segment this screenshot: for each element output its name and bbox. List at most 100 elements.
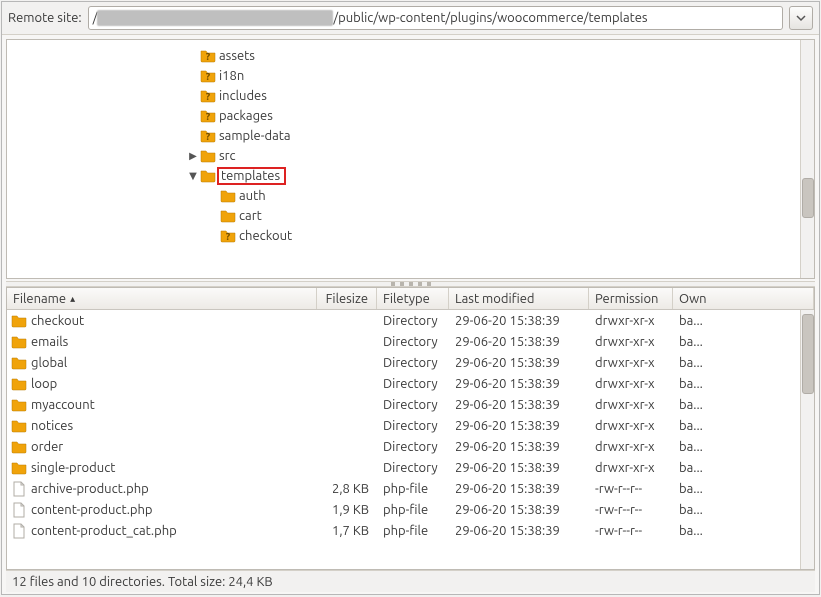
tree-item-label: sample-data bbox=[217, 129, 291, 143]
table-row[interactable]: globalDirectory29-06-20 15:38:39drwxr-xr… bbox=[7, 352, 814, 373]
file-name: content-product.php bbox=[31, 503, 153, 517]
remote-path-text: /public/wp-content/plugins/woocommerce/t… bbox=[333, 11, 647, 25]
expander-icon[interactable]: ▶ bbox=[187, 150, 199, 162]
tree-item-label: checkout bbox=[237, 229, 292, 243]
file-permissions: drwxr-xr-x bbox=[589, 335, 673, 349]
column-headers: Filename▴ Filesize Filetype Last modifie… bbox=[7, 288, 814, 310]
file-name: emails bbox=[31, 335, 68, 349]
col-owner[interactable]: Own bbox=[673, 288, 814, 309]
tree-item[interactable]: auth bbox=[7, 186, 814, 206]
table-row[interactable]: noticesDirectory29-06-20 15:38:39drwxr-x… bbox=[7, 415, 814, 436]
file-modified: 29-06-20 15:38:39 bbox=[449, 356, 589, 370]
tree-item-label: auth bbox=[237, 189, 266, 203]
path-dropdown-button[interactable] bbox=[789, 6, 813, 30]
expander-icon[interactable]: ▼ bbox=[187, 170, 199, 182]
tree-item[interactable]: cart bbox=[7, 206, 814, 226]
file-name: archive-product.php bbox=[31, 482, 149, 496]
remote-site-row: Remote site: / /public/wp-content/plugin… bbox=[2, 2, 819, 35]
file-size: 1,7 KB bbox=[317, 524, 377, 538]
remote-tree-pane[interactable]: assets i18n includespackages sample-data ▶sr… bbox=[6, 39, 815, 279]
file-type: Directory bbox=[377, 356, 449, 370]
folder-icon bbox=[220, 188, 236, 204]
tree-item[interactable]: sample-data bbox=[7, 126, 814, 146]
folder-icon bbox=[11, 460, 27, 476]
folder-icon bbox=[11, 439, 27, 455]
table-row[interactable]: archive-product.php2,8 KBphp-file29-06-2… bbox=[7, 478, 814, 499]
folder-q-icon bbox=[200, 88, 216, 104]
file-list-pane[interactable]: Filename▴ Filesize Filetype Last modifie… bbox=[6, 287, 815, 570]
tree-item[interactable]: assets bbox=[7, 46, 814, 66]
col-lastmodified[interactable]: Last modified bbox=[449, 288, 589, 309]
chevron-down-icon bbox=[795, 12, 807, 24]
tree-item[interactable]: i18n bbox=[7, 66, 814, 86]
tree-item-label: i18n bbox=[217, 69, 244, 83]
file-type: php-file bbox=[377, 524, 449, 538]
col-filetype[interactable]: Filetype bbox=[377, 288, 449, 309]
file-name: order bbox=[31, 440, 63, 454]
file-name: checkout bbox=[31, 314, 84, 328]
scrollbar-thumb[interactable] bbox=[802, 178, 814, 218]
file-modified: 29-06-20 15:38:39 bbox=[449, 377, 589, 391]
file-name: single-product bbox=[31, 461, 115, 475]
file-name: notices bbox=[31, 419, 73, 433]
file-type: php-file bbox=[377, 482, 449, 496]
tree-item[interactable]: ▼ templates bbox=[7, 166, 814, 186]
tree-item[interactable]: packages bbox=[7, 106, 814, 126]
file-owner: ba... bbox=[673, 419, 814, 433]
col-filesize[interactable]: Filesize bbox=[317, 288, 377, 309]
file-name: loop bbox=[31, 377, 57, 391]
folder-icon bbox=[220, 208, 236, 224]
file-modified: 29-06-20 15:38:39 bbox=[449, 419, 589, 433]
file-permissions: -rw-r--r-- bbox=[589, 524, 673, 538]
folder-q-icon bbox=[200, 128, 216, 144]
tree-item[interactable]: includes bbox=[7, 86, 814, 106]
folder-icon bbox=[11, 376, 27, 392]
tree-item-label: cart bbox=[237, 209, 262, 223]
tree-item[interactable]: ▶src bbox=[7, 146, 814, 166]
file-type: Directory bbox=[377, 419, 449, 433]
tree-item[interactable]: checkout bbox=[7, 226, 814, 246]
file-modified: 29-06-20 15:38:39 bbox=[449, 440, 589, 454]
folder-icon bbox=[11, 418, 27, 434]
file-owner: ba... bbox=[673, 461, 814, 475]
folder-q-icon bbox=[200, 48, 216, 64]
file-owner: ba... bbox=[673, 398, 814, 412]
file-size: 1,9 KB bbox=[317, 503, 377, 517]
file-permissions: -rw-r--r-- bbox=[589, 482, 673, 496]
table-row[interactable]: myaccountDirectory29-06-20 15:38:39drwxr… bbox=[7, 394, 814, 415]
tree-item-label: assets bbox=[217, 49, 255, 63]
tree-item-label: templates bbox=[217, 167, 286, 185]
file-type: Directory bbox=[377, 335, 449, 349]
file-type: Directory bbox=[377, 440, 449, 454]
file-name: content-product_cat.php bbox=[31, 524, 177, 538]
table-row[interactable]: single-productDirectory29-06-20 15:38:39… bbox=[7, 457, 814, 478]
table-row[interactable]: content-product_cat.php1,7 KBphp-file29-… bbox=[7, 520, 814, 541]
file-owner: ba... bbox=[673, 482, 814, 496]
scrollbar-thumb[interactable] bbox=[802, 314, 814, 394]
file-size: 2,8 KB bbox=[317, 482, 377, 496]
status-bar: 12 files and 10 directories. Total size:… bbox=[6, 570, 815, 592]
remote-site-label: Remote site: bbox=[8, 11, 82, 25]
folder-icon bbox=[11, 334, 27, 350]
table-row[interactable]: loopDirectory29-06-20 15:38:39drwxr-xr-x… bbox=[7, 373, 814, 394]
remote-path-input[interactable]: / /public/wp-content/plugins/woocommerce… bbox=[88, 6, 783, 30]
file-permissions: drwxr-xr-x bbox=[589, 461, 673, 475]
folder-q-icon bbox=[220, 228, 236, 244]
table-row[interactable]: emailsDirectory29-06-20 15:38:39drwxr-xr… bbox=[7, 331, 814, 352]
table-row[interactable]: checkoutDirectory29-06-20 15:38:39drwxr-… bbox=[7, 310, 814, 331]
table-row[interactable]: content-product.php1,9 KBphp-file29-06-2… bbox=[7, 499, 814, 520]
table-row[interactable]: orderDirectory29-06-20 15:38:39drwxr-xr-… bbox=[7, 436, 814, 457]
folder-q-icon bbox=[200, 68, 216, 84]
sort-asc-icon: ▴ bbox=[70, 293, 75, 305]
file-permissions: drwxr-xr-x bbox=[589, 356, 673, 370]
col-filename[interactable]: Filename▴ bbox=[7, 288, 317, 309]
col-permission[interactable]: Permission bbox=[589, 288, 673, 309]
file-type: Directory bbox=[377, 398, 449, 412]
ftp-window: Remote site: / /public/wp-content/plugin… bbox=[1, 1, 820, 595]
tree-scrollbar[interactable] bbox=[800, 40, 814, 278]
list-scrollbar[interactable] bbox=[800, 310, 814, 569]
file-owner: ba... bbox=[673, 377, 814, 391]
folder-icon bbox=[11, 355, 27, 371]
file-owner: ba... bbox=[673, 503, 814, 517]
file-type: Directory bbox=[377, 461, 449, 475]
